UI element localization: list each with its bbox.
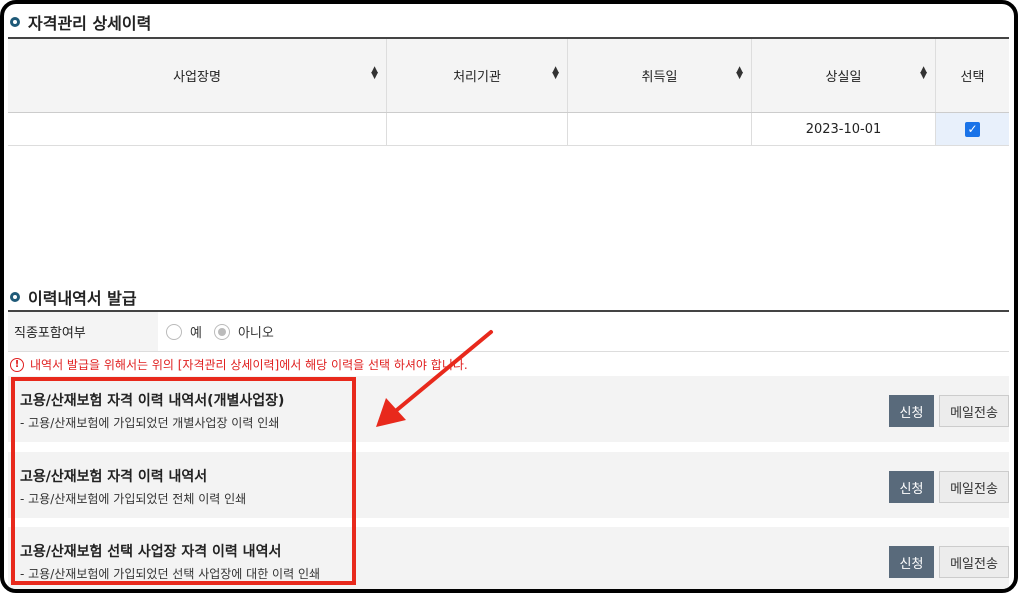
sort-icon[interactable]: ▲ ▼ [920,66,927,81]
sort-icon[interactable]: ▲ ▼ [371,66,378,81]
document-item: 고용/산재보험 자격 이력 내역서(개별사업장) - 고용/산재보험에 가입되었… [8,376,1009,442]
document-title: 고용/산재보험 자격 이력 내역서 [20,469,208,485]
apply-button[interactable]: 신청 [889,546,934,578]
document-desc: - 고용/산재보험에 가입되었던 선택 사업장에 대한 이력 인쇄 [20,567,321,581]
send-mail-button[interactable]: 메일전송 [939,471,1009,503]
column-header-lost[interactable]: 상실일 ▲ ▼ [752,39,936,112]
cell-workplace [8,113,387,145]
section-title-issue: 이력내역서 발급 [10,285,137,309]
document-item: 고용/산재보험 자격 이력 내역서 - 고용/산재보험에 가입되었던 전체 이력… [8,452,1009,518]
bullet-icon [10,292,20,302]
annotation-arrow-icon [376,330,493,427]
job-type-radio-group: 예 아니오 [158,312,286,351]
table-row[interactable]: 2023-10-01 ✓ [8,113,1009,146]
sort-icon[interactable]: ▲ ▼ [552,66,559,81]
history-table: 사업장명 ▲▼ 처리기관 ▲▼ 취득일 ▲▼ 상실일 ▲▼ 선택 202 [8,37,1009,146]
document-title: 고용/산재보험 선택 사업장 자격 이력 내역서 [20,544,282,560]
cell-lost: 2023-10-01 [752,113,936,145]
radio-circle-checked-icon[interactable] [213,323,230,340]
document-title: 고용/산재보험 자격 이력 내역서(개별사업장) [20,393,285,409]
column-header-agency[interactable]: 처리기관 ▲ ▼ [387,39,568,112]
document-item: 고용/산재보험 선택 사업장 자격 이력 내역서 - 고용/산재보험에 가입되었… [8,527,1009,589]
radio-no[interactable]: 아니오 [213,322,274,341]
table-header: 사업장명 ▲ ▼ 처리기관 ▲ ▼ 취득일 ▲ ▼ 상실일 ▲ ▼ 선택 [8,39,1009,113]
send-mail-button[interactable]: 메일전송 [939,395,1009,427]
cell-select: ✓ [936,113,1009,145]
job-type-option-row: 직종포함여부 예 아니오 [8,310,1009,352]
sort-icon[interactable]: ▲ ▼ [736,66,743,81]
column-header-workplace[interactable]: 사업장명 ▲ ▼ [8,39,387,112]
cell-acquired [568,113,752,145]
document-desc: - 고용/산재보험에 가입되었던 전체 이력 인쇄 [20,492,247,506]
radio-circle-icon[interactable] [166,323,182,340]
window-frame: 자격관리 상세이력 사업장명 ▲ ▼ 처리기관 ▲ ▼ 취득일 ▲ ▼ 상실일 ▲ ▼ … [0,0,1018,593]
document-desc: - 고용/산재보험에 가입되었던 개별사업장 이력 인쇄 [20,416,280,430]
alert-icon: ! [10,357,24,372]
select-checkbox[interactable]: ✓ [965,121,980,137]
radio-yes[interactable]: 예 [166,322,202,341]
section-title-history: 자격관리 상세이력 [10,10,151,34]
cell-agency [387,113,568,145]
apply-button[interactable]: 신청 [889,395,934,427]
column-header-select: 선택 [960,70,985,85]
send-mail-button[interactable]: 메일전송 [939,546,1009,578]
job-type-label: 직종포함여부 [8,312,158,351]
column-header-acquired[interactable]: 취득일 ▲ ▼ [568,39,752,112]
bullet-icon [10,17,20,27]
apply-button[interactable]: 신청 [889,471,934,503]
